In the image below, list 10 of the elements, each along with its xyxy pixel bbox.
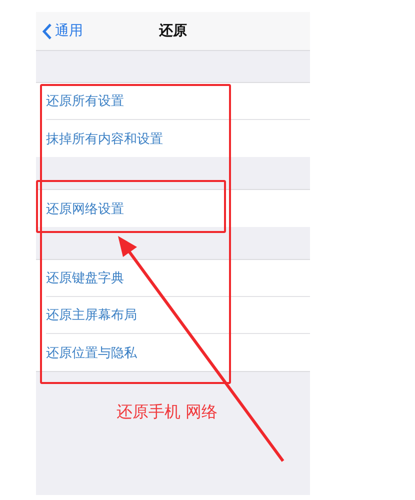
settings-item[interactable]: 还原键盘字典 — [46, 269, 124, 287]
back-chevron-icon — [42, 22, 52, 40]
settings-item[interactable]: 抹掉所有内容和设置 — [46, 130, 163, 148]
nav-title: 还原 — [159, 22, 187, 40]
settings-item[interactable]: 还原主屏幕布局 — [46, 306, 137, 324]
settings-item[interactable]: 还原位置与隐私 — [46, 344, 137, 362]
annotation-text: 还原手机 网络 — [116, 402, 218, 422]
settings-item[interactable]: 还原所有设置 — [46, 92, 124, 110]
settings-item[interactable]: 还原网络设置 — [46, 200, 124, 218]
back-button[interactable]: 通用 — [36, 22, 83, 40]
